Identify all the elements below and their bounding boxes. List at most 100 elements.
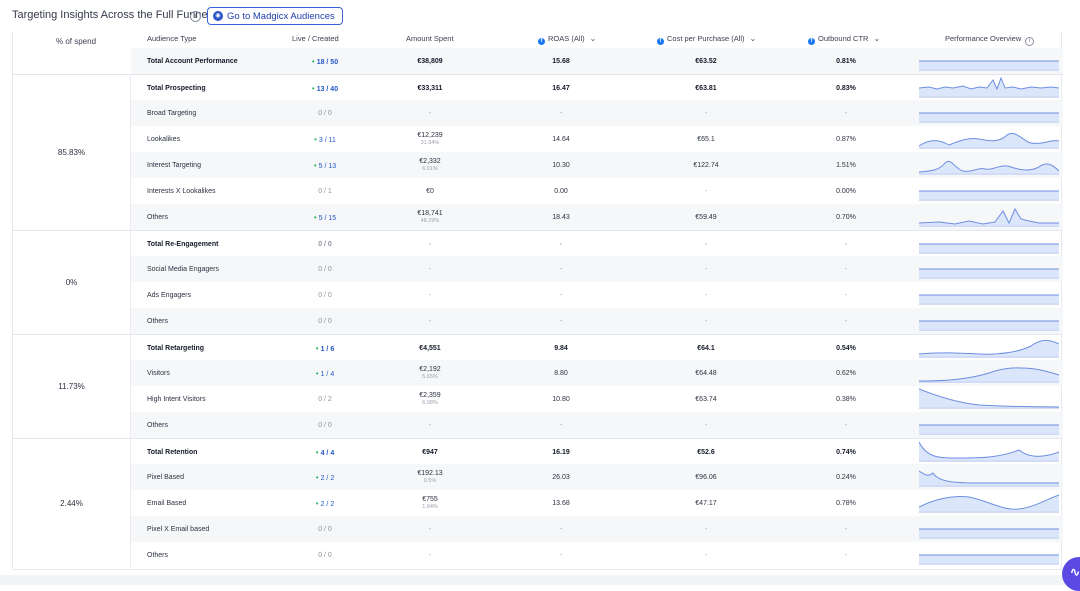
live-created-cell: • 18 / 50 [289, 48, 361, 74]
amount-spent-cell: - [381, 231, 479, 257]
audience-type-cell: Pixel X Email based [147, 525, 210, 533]
sparkline-chart [919, 424, 1059, 435]
amount-spent-cell: €4,551 [381, 335, 479, 361]
table-row[interactable]: Total Re-Engagement 0 / 0 - - - - [131, 230, 1063, 257]
col-roas-header[interactable]: f ROAS (All) ⌄ [538, 34, 596, 45]
amount-spent-cell: - [381, 256, 479, 282]
info-icon[interactable]: i [190, 11, 201, 22]
sparkline-area [919, 161, 1059, 175]
live-created-value: 0 / 0 [318, 240, 332, 248]
cost-per-purchase-cell: €63.74 [695, 395, 717, 403]
amount-spent-cell: €12,239 31.54% [381, 126, 479, 152]
live-created-value: 5 / 13 [318, 162, 337, 170]
spend-share-label: 2.44% [13, 438, 131, 568]
chevron-down-icon[interactable]: ⌄ [750, 34, 757, 43]
audience-type-cell: Broad Targeting [147, 109, 197, 117]
table-row[interactable]: Visitors • 1 / 4 €2,192 5.65% 8.80 €64.48 0.62% [131, 360, 1063, 386]
go-to-audiences-button[interactable]: ◉ Go to Madgicx Audiences [207, 7, 343, 25]
sparkline-chart [919, 441, 1059, 462]
table-row[interactable]: Pixel Based • 2 / 2 €192.13 0.5% 26.03 €96.06 0… [131, 464, 1063, 490]
live-status-dot: • [313, 160, 317, 170]
cost-per-purchase-cell: - [704, 291, 708, 299]
live-created-value: 18 / 50 [316, 58, 339, 66]
outbound-ctr-cell: 0.00% [836, 187, 856, 195]
table-row[interactable]: Total Retargeting • 1 / 6 €4,551 9.84 €64.1 0.… [131, 334, 1063, 361]
audience-type-cell: Others [147, 421, 169, 429]
facebook-icon: f [538, 38, 545, 45]
live-created-cell: • 1 / 4 [289, 360, 361, 386]
sparkline-area [919, 340, 1059, 358]
live-created-value: 5 / 15 [318, 214, 337, 222]
outbound-ctr-cell: 0.54% [836, 344, 856, 352]
table-row[interactable]: Ads Engagers 0 / 0 - - - - [131, 282, 1063, 308]
spend-share-value: 1.94% [422, 504, 438, 510]
chat-launcher-button[interactable]: ∿ [1062, 557, 1080, 591]
table-row[interactable]: High Intent Visitors 0 / 2 €2,359 6.08% 10.8… [131, 386, 1063, 412]
col-cpp-header[interactable]: f Cost per Purchase (All) ⌄ [657, 34, 756, 45]
table-row[interactable]: Interest Targeting • 5 / 13 €2,332 6.01% 10.3… [131, 152, 1063, 178]
table-row[interactable]: Others 0 / 0 - - - - [131, 308, 1063, 334]
live-created-value: 0 / 2 [318, 395, 332, 403]
live-created-cell: • 5 / 15 [289, 204, 361, 230]
table-row[interactable]: Email Based • 2 / 2 €755 1.94% 13.68 €47.17 0.7… [131, 490, 1063, 516]
live-status-dot: • [315, 447, 319, 457]
table-row[interactable]: Others • 5 / 15 €18,741 48.29% 18.43 €59.49 0.7… [131, 204, 1063, 230]
cost-per-purchase-cell: €63.81 [695, 84, 717, 92]
audience-type-cell: Total Prospecting [147, 84, 206, 92]
table-row[interactable]: Interests X Lookalikes 0 / 1 €0 0.00 - 0.00% [131, 178, 1063, 204]
live-created-value: 1 / 6 [320, 345, 335, 353]
amount-spent-value: - [428, 291, 432, 299]
performance-sparkline [919, 335, 1059, 361]
performance-sparkline [919, 360, 1059, 386]
chevron-down-icon[interactable]: ⌄ [873, 34, 880, 43]
info-icon[interactable]: i [1025, 37, 1035, 46]
table-row[interactable]: Others 0 / 0 - - - - [131, 412, 1063, 438]
sparkline-line [919, 207, 1059, 225]
table-row[interactable]: Broad Targeting 0 / 0 - - - - [131, 100, 1063, 126]
roas-cell: 0.00 [554, 187, 568, 195]
performance-sparkline [919, 178, 1059, 204]
performance-sparkline [919, 542, 1059, 568]
table-row[interactable]: Total Prospecting • 13 / 40 €33,311 16.47 €63… [131, 74, 1063, 101]
sparkline-area [919, 442, 1059, 462]
roas-cell: - [559, 291, 563, 299]
performance-sparkline [919, 386, 1059, 412]
table-row[interactable]: Pixel X Email based 0 / 0 - - - - [131, 516, 1063, 542]
live-created-cell: 0 / 2 [289, 386, 361, 412]
header-bar: Targeting Insights Across the Full Funne… [0, 0, 1080, 32]
performance-sparkline [919, 126, 1059, 152]
chevron-down-icon[interactable]: ⌄ [590, 34, 597, 43]
amount-spent-value: €755 [422, 496, 438, 503]
table-row[interactable]: Others 0 / 0 - - - - [131, 542, 1063, 568]
amount-spent-cell: €2,359 6.08% [381, 386, 479, 412]
live-created-cell: 0 / 0 [289, 256, 361, 282]
sparkline-chart [919, 388, 1059, 409]
go-to-audiences-label: Go to Madgicx Audiences [227, 10, 335, 22]
live-status-dot: • [315, 368, 319, 378]
roas-cell: 10.80 [552, 395, 570, 403]
cost-per-purchase-cell: €64.48 [695, 369, 717, 377]
performance-sparkline [919, 256, 1059, 282]
table-row[interactable]: Total Account Performance • 18 / 50 €38,809… [131, 48, 1063, 74]
live-created-value: 0 / 0 [318, 551, 332, 559]
performance-sparkline [919, 439, 1059, 465]
cost-per-purchase-cell: €52.6 [697, 448, 715, 456]
table-row[interactable]: Social Media Engagers 0 / 0 - - - - [131, 256, 1063, 282]
outbound-ctr-cell: - [844, 240, 848, 248]
live-created-cell: 0 / 0 [289, 282, 361, 308]
audience-type-cell: Pixel Based [147, 473, 184, 481]
table-row[interactable]: Lookalikes • 3 / 11 €12,239 31.54% 14.64 €65.1… [131, 126, 1063, 152]
audience-type-cell: Total Account Performance [147, 57, 238, 65]
roas-cell: 13.68 [552, 499, 570, 507]
col-ctr-header[interactable]: f Outbound CTR ⌄ [808, 34, 880, 45]
table-row[interactable]: Total Retention • 4 / 4 €947 16.19 €52.6 0.74% [131, 438, 1063, 465]
col-spend-header: % of spend [56, 37, 97, 46]
outbound-ctr-cell: - [844, 421, 848, 429]
roas-cell: 10.30 [552, 161, 570, 169]
outbound-ctr-cell: - [844, 551, 848, 559]
sparkline-chart [919, 76, 1059, 98]
amount-spent-value: €33,311 [417, 84, 443, 92]
outbound-ctr-cell: 0.81% [836, 57, 856, 65]
outbound-ctr-cell: 0.83% [836, 84, 856, 92]
audience-type-cell: Total Retention [147, 448, 198, 456]
